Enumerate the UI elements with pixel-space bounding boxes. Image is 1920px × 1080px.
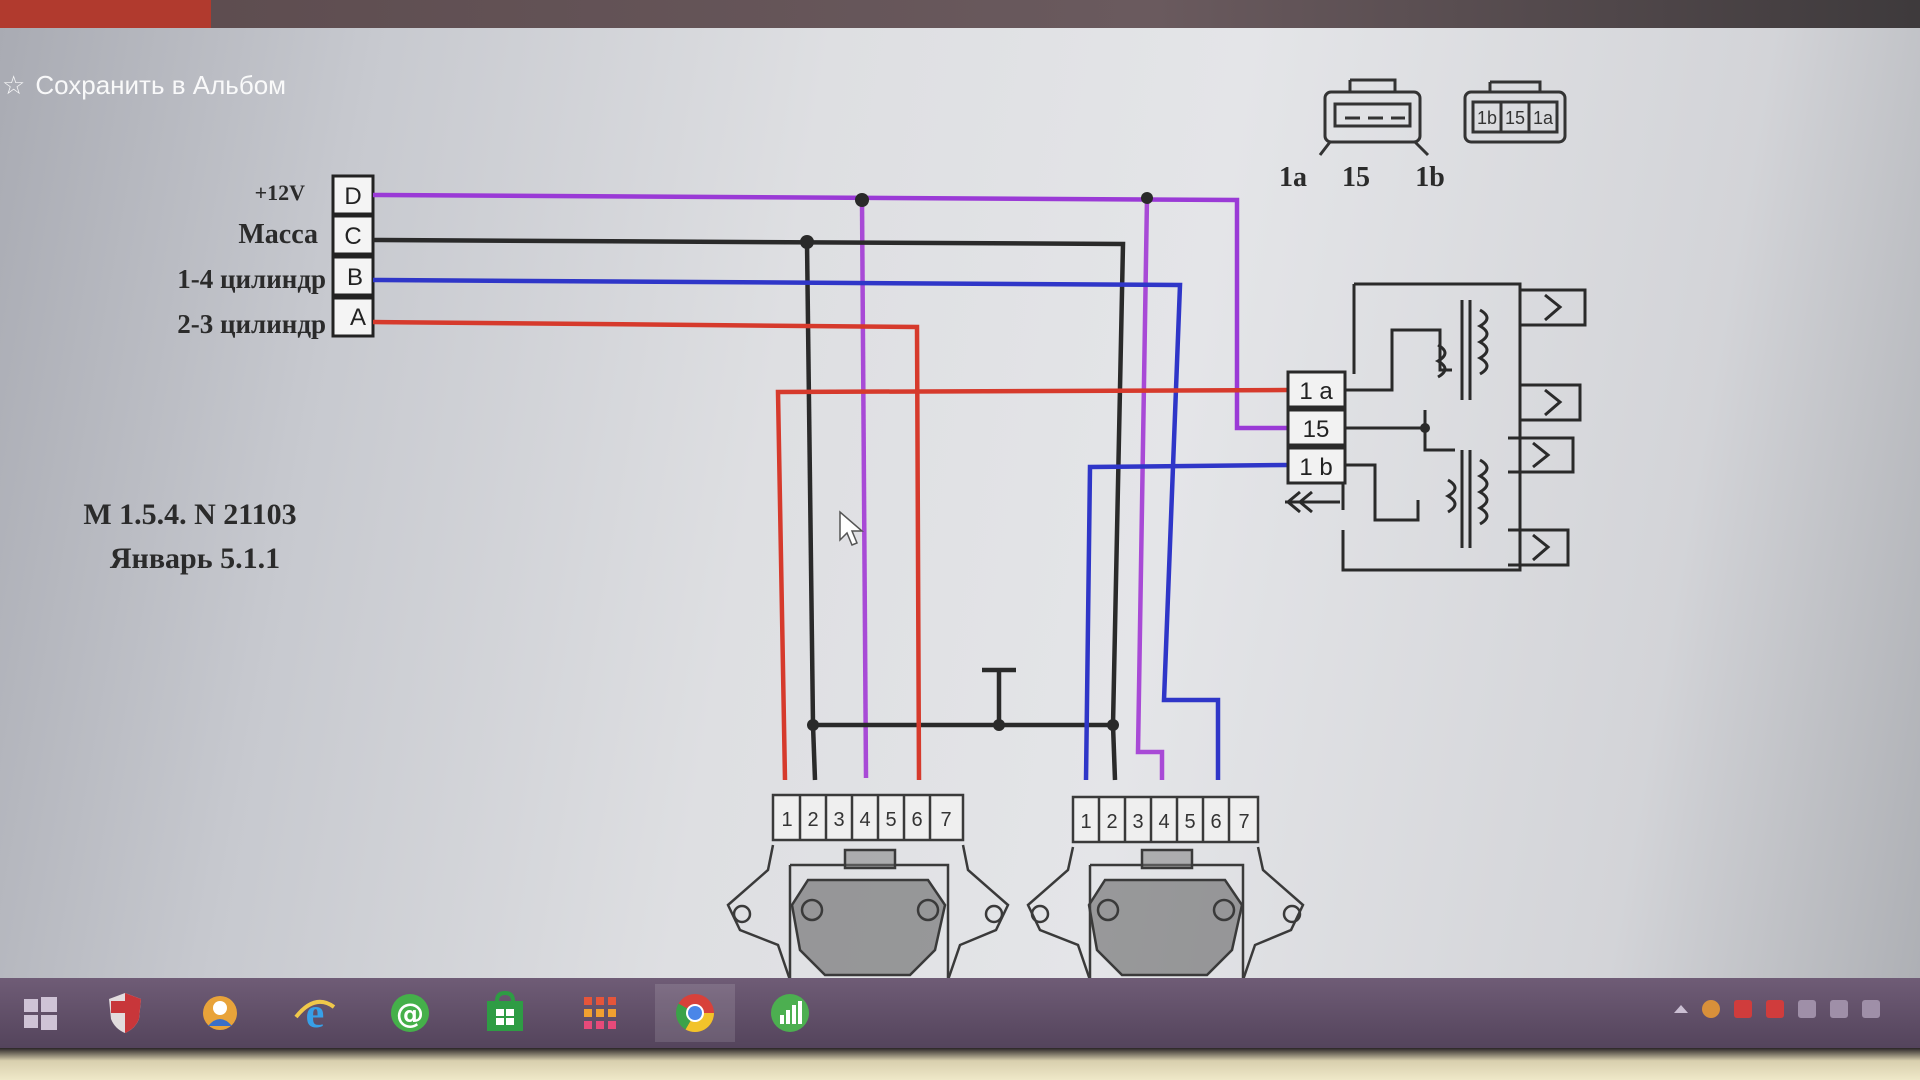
junction-dot <box>1420 423 1430 433</box>
chrome-icon[interactable] <box>655 984 735 1042</box>
save-to-album-button[interactable]: ☆ Сохранить в Альбом <box>0 60 286 110</box>
plug-label-1a: 1a <box>1279 162 1307 193</box>
windows-start-icon[interactable] <box>0 984 80 1042</box>
coil-pin-1a: 1 a <box>1299 378 1333 405</box>
tray-printer-icon[interactable] <box>1798 1000 1816 1018</box>
mail-agent-icon[interactable]: @ <box>370 984 450 1042</box>
junction-dot <box>1141 192 1153 204</box>
tray-security-icon[interactable] <box>1766 1000 1784 1018</box>
plug-label-15: 15 <box>1342 162 1370 193</box>
wire-massa-branch <box>804 241 816 726</box>
wiring-diagram: +12V Масса 1-4 цилиндр 2-3 цилиндр D C B… <box>83 78 1587 981</box>
junction-dot <box>800 235 814 249</box>
save-to-album-label: Сохранить в Альбом <box>35 69 287 100</box>
module-right-pin: 1 <box>1080 811 1091 833</box>
label-massa: Масса <box>238 219 318 250</box>
coil-pin-15: 15 <box>1303 416 1330 443</box>
module-right-pin: 3 <box>1132 811 1143 833</box>
junction-dot <box>807 719 819 731</box>
svg-text:e: e <box>306 991 325 1035</box>
module-right-pin: 4 <box>1158 811 1169 833</box>
module-left-pin: 2 <box>807 809 818 831</box>
mouse-cursor-icon <box>839 510 865 546</box>
svg-text:@: @ <box>396 997 424 1030</box>
stats-icon[interactable] <box>750 984 830 1042</box>
pin-a: A <box>350 304 366 331</box>
coil-pin-1b: 1 b <box>1299 454 1332 481</box>
label-cyl23: 2-3 цилиндр <box>177 309 326 339</box>
shield-icon[interactable] <box>85 984 165 1042</box>
plug-face-1b: 1b <box>1477 108 1497 128</box>
label-cyl14: 1-4 цилиндр <box>177 264 326 294</box>
ie-browser-icon[interactable]: e <box>275 984 355 1042</box>
wire-ground-left-drop <box>810 724 818 781</box>
label-plus12v: +12V <box>255 180 306 205</box>
tray-volume-icon[interactable] <box>1862 1000 1880 1018</box>
tray-app-icon[interactable] <box>1702 1000 1720 1018</box>
chevron-up-icon[interactable] <box>1674 1005 1688 1013</box>
module-left-pin: 3 <box>833 809 844 831</box>
diagram-title-line2: Январь 5.1.1 <box>110 542 280 575</box>
wire-plus12v-branch1 <box>859 199 869 779</box>
wire-ground-right-drop <box>1110 724 1118 781</box>
monitor-top-bezel <box>0 0 1920 28</box>
module-left-pin: 1 <box>781 809 792 831</box>
plug-face-1a: 1a <box>1533 108 1554 128</box>
module-left-pin: 5 <box>885 809 896 831</box>
coil-plug-side-view <box>1318 78 1430 157</box>
pin-b: B <box>347 264 363 291</box>
taskbar: e @ <box>0 978 1920 1048</box>
user-icon[interactable] <box>180 984 260 1042</box>
plug-face-15: 15 <box>1505 108 1525 128</box>
module-left-pin: 7 <box>940 809 951 831</box>
module-right-pin: 7 <box>1238 811 1249 833</box>
diagram-title-line1: М 1.5.4. N 21103 <box>83 498 296 531</box>
junction-dot <box>993 719 1005 731</box>
wire-coil-1a <box>775 387 1289 781</box>
system-tray <box>1674 1000 1880 1018</box>
module-right-pin: 5 <box>1184 811 1195 833</box>
apps-grid-icon[interactable] <box>560 984 640 1042</box>
monitor-bottom-bezel <box>0 1048 1920 1080</box>
junction-dot <box>855 193 869 207</box>
pin-c: C <box>344 223 361 250</box>
plug-label-1b: 1b <box>1415 162 1445 193</box>
tray-flag-icon[interactable] <box>1734 1000 1752 1018</box>
junction-dot <box>1107 719 1119 731</box>
module-left-pin: 4 <box>859 809 870 831</box>
ground-symbol <box>982 667 1016 725</box>
pin-d: D <box>344 183 361 210</box>
store-icon[interactable] <box>465 984 545 1042</box>
wire-massa <box>372 237 1126 726</box>
module-right-pin: 6 <box>1210 811 1221 833</box>
ignition-coil <box>1285 282 1587 572</box>
star-icon: ☆ <box>2 70 26 100</box>
module-right-pin: 2 <box>1106 811 1117 833</box>
tray-network-icon[interactable] <box>1830 1000 1848 1018</box>
module-left-pin: 6 <box>911 809 922 831</box>
